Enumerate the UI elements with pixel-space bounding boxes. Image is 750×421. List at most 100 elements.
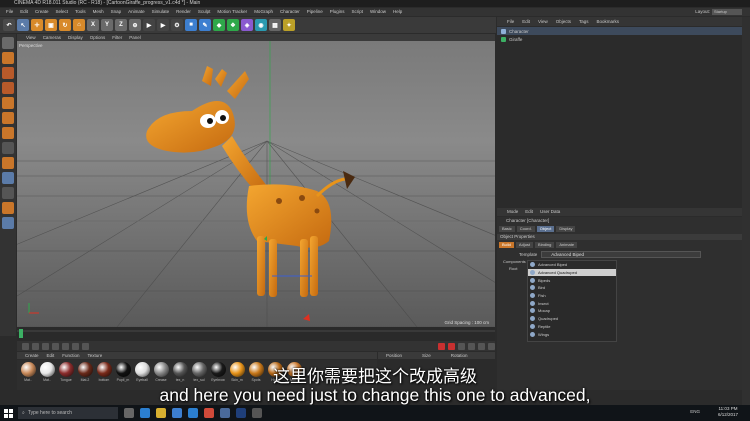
model-mode-icon[interactable] bbox=[2, 52, 14, 64]
menu-select[interactable]: Select bbox=[56, 8, 69, 16]
y-axis-lock-icon[interactable]: Y bbox=[101, 19, 113, 31]
object-row[interactable]: Character bbox=[497, 27, 742, 35]
template-option[interactable]: Insect bbox=[528, 299, 616, 307]
input-language[interactable]: ENG bbox=[690, 409, 700, 414]
template-dropdown-list[interactable]: Advanced Biped Advanced Quadruped Bipeds Bi… bbox=[527, 260, 617, 342]
planar-workplane-icon[interactable] bbox=[2, 202, 14, 214]
tab-animate[interactable]: Animate bbox=[556, 242, 578, 248]
object-row[interactable]: Giraffe bbox=[497, 35, 742, 43]
material-menu-edit[interactable]: Edit bbox=[47, 352, 55, 359]
z-axis-lock-icon[interactable]: Z bbox=[115, 19, 127, 31]
task-view-icon[interactable] bbox=[124, 408, 134, 418]
next-key-icon[interactable] bbox=[72, 342, 79, 350]
object-menu-tags[interactable]: Tags bbox=[579, 17, 589, 26]
viewport-menu-filter[interactable]: Filter bbox=[112, 34, 122, 41]
menu-sculpt[interactable]: Sculpt bbox=[198, 8, 211, 16]
keyframe-selection-icon[interactable] bbox=[458, 342, 465, 350]
enable-axis-icon[interactable] bbox=[2, 217, 14, 229]
material-menu-texture[interactable]: Texture bbox=[88, 352, 103, 359]
attr-menu-user-data[interactable]: User Data bbox=[540, 208, 560, 216]
polygons-mode-icon[interactable] bbox=[2, 127, 14, 139]
tab-basic[interactable]: Basic bbox=[499, 226, 515, 232]
array-icon[interactable]: ❖ bbox=[227, 19, 239, 31]
play-icon[interactable] bbox=[52, 342, 59, 350]
render-view-icon[interactable]: ▶ bbox=[143, 19, 155, 31]
template-option[interactable]: Advanced Biped bbox=[528, 261, 616, 269]
template-option[interactable]: Quadruped bbox=[528, 315, 616, 323]
axis-mode-icon[interactable] bbox=[2, 142, 14, 154]
previous-frame-icon[interactable] bbox=[42, 342, 49, 350]
layout-dropdown[interactable]: Startup bbox=[712, 9, 742, 15]
material-menu-function[interactable]: Function bbox=[62, 352, 79, 359]
texture-mode-icon[interactable] bbox=[2, 67, 14, 79]
autokey-icon[interactable] bbox=[448, 342, 455, 350]
deformer-icon[interactable]: ◈ bbox=[241, 19, 253, 31]
tab-coord[interactable]: Coord. bbox=[516, 226, 535, 232]
object-menu-file[interactable]: File bbox=[507, 17, 514, 26]
scale-key-icon[interactable] bbox=[478, 342, 485, 350]
viewport-menu-cameras[interactable]: Cameras bbox=[43, 34, 61, 41]
template-option[interactable]: Bird bbox=[528, 284, 616, 292]
viewport-3d[interactable]: Perspective Grid Spacing : 100 cm bbox=[17, 41, 495, 327]
menu-character[interactable]: Character bbox=[280, 8, 300, 16]
x-axis-lock-icon[interactable]: X bbox=[87, 19, 99, 31]
points-mode-icon[interactable] bbox=[2, 97, 14, 109]
giraffe-model[interactable] bbox=[146, 66, 355, 297]
snap-icon[interactable] bbox=[2, 172, 14, 184]
template-option[interactable]: Bipeds bbox=[528, 276, 616, 284]
render-settings-icon[interactable]: ⚙ bbox=[171, 19, 183, 31]
live-selection-icon[interactable]: ↖ bbox=[17, 19, 29, 31]
menu-file[interactable]: File bbox=[6, 8, 13, 16]
attr-menu-mode[interactable]: Mode bbox=[507, 208, 518, 216]
template-option[interactable]: Mocap bbox=[528, 307, 616, 315]
viewport-menu-options[interactable]: Options bbox=[90, 34, 106, 41]
viewport-menu-panel[interactable]: Panel bbox=[129, 34, 141, 41]
template-dropdown[interactable]: Advanced Biped bbox=[541, 250, 702, 258]
template-option[interactable]: Reptile bbox=[528, 323, 616, 331]
render-picture-viewer-icon[interactable]: ▶ bbox=[157, 19, 169, 31]
coordinate-system-icon[interactable]: ⊕ bbox=[129, 19, 141, 31]
next-frame-icon[interactable] bbox=[62, 342, 69, 350]
tab-binding[interactable]: Binding bbox=[535, 242, 555, 248]
scene-icon[interactable]: ◉ bbox=[255, 19, 267, 31]
rotate-icon[interactable]: ↻ bbox=[59, 19, 71, 31]
material-menu-create[interactable]: Create bbox=[25, 352, 39, 359]
menu-motion-tracker[interactable]: Motion Tracker bbox=[217, 8, 247, 16]
object-menu-objects[interactable]: Objects bbox=[556, 17, 571, 26]
menu-mesh[interactable]: Mesh bbox=[93, 8, 104, 16]
menu-edit[interactable]: Edit bbox=[20, 8, 28, 16]
position-key-icon[interactable] bbox=[468, 342, 475, 350]
recent-tools-icon[interactable]: ⌂ bbox=[73, 19, 85, 31]
layout-selector[interactable]: Layout: Startup bbox=[496, 8, 750, 16]
menu-window[interactable]: Window bbox=[370, 8, 386, 16]
windows-start-icon[interactable] bbox=[0, 405, 16, 421]
go-to-end-icon[interactable] bbox=[82, 342, 89, 350]
app-icon[interactable] bbox=[252, 408, 262, 418]
attr-menu-edit[interactable]: Edit bbox=[525, 208, 533, 216]
edges-mode-icon[interactable] bbox=[2, 112, 14, 124]
menu-create[interactable]: Create bbox=[35, 8, 49, 16]
file-explorer-icon[interactable] bbox=[156, 408, 166, 418]
system-clock[interactable]: 11:03 PM 6/12/2017 bbox=[718, 406, 738, 418]
taskbar-search[interactable]: ⌕ Type here to search bbox=[18, 407, 118, 419]
move-icon[interactable]: ✛ bbox=[31, 19, 43, 31]
record-icon[interactable] bbox=[438, 342, 445, 350]
mail-icon[interactable] bbox=[188, 408, 198, 418]
timeline[interactable] bbox=[17, 327, 495, 341]
menu-pipeline[interactable]: Pipeline bbox=[307, 8, 323, 16]
template-option[interactable]: Fish bbox=[528, 292, 616, 300]
undo-icon[interactable]: ↶ bbox=[3, 19, 15, 31]
workplane-icon[interactable] bbox=[2, 82, 14, 94]
menu-snap[interactable]: Snap bbox=[111, 8, 122, 16]
pen-icon[interactable]: ✎ bbox=[199, 19, 211, 31]
previous-key-icon[interactable] bbox=[32, 342, 39, 350]
object-menu-bookmarks[interactable]: Bookmarks bbox=[597, 17, 620, 26]
menu-mograph[interactable]: MoGraph bbox=[254, 8, 273, 16]
cinema4d-icon[interactable] bbox=[220, 408, 230, 418]
template-option[interactable]: Advanced Quadruped bbox=[528, 268, 616, 277]
coords-header-rotation[interactable]: Rotation bbox=[451, 352, 468, 359]
edge-icon[interactable] bbox=[140, 408, 150, 418]
chrome-icon[interactable] bbox=[204, 408, 214, 418]
locked-workplane-icon[interactable] bbox=[2, 187, 14, 199]
tab-display[interactable]: Display bbox=[556, 226, 576, 232]
